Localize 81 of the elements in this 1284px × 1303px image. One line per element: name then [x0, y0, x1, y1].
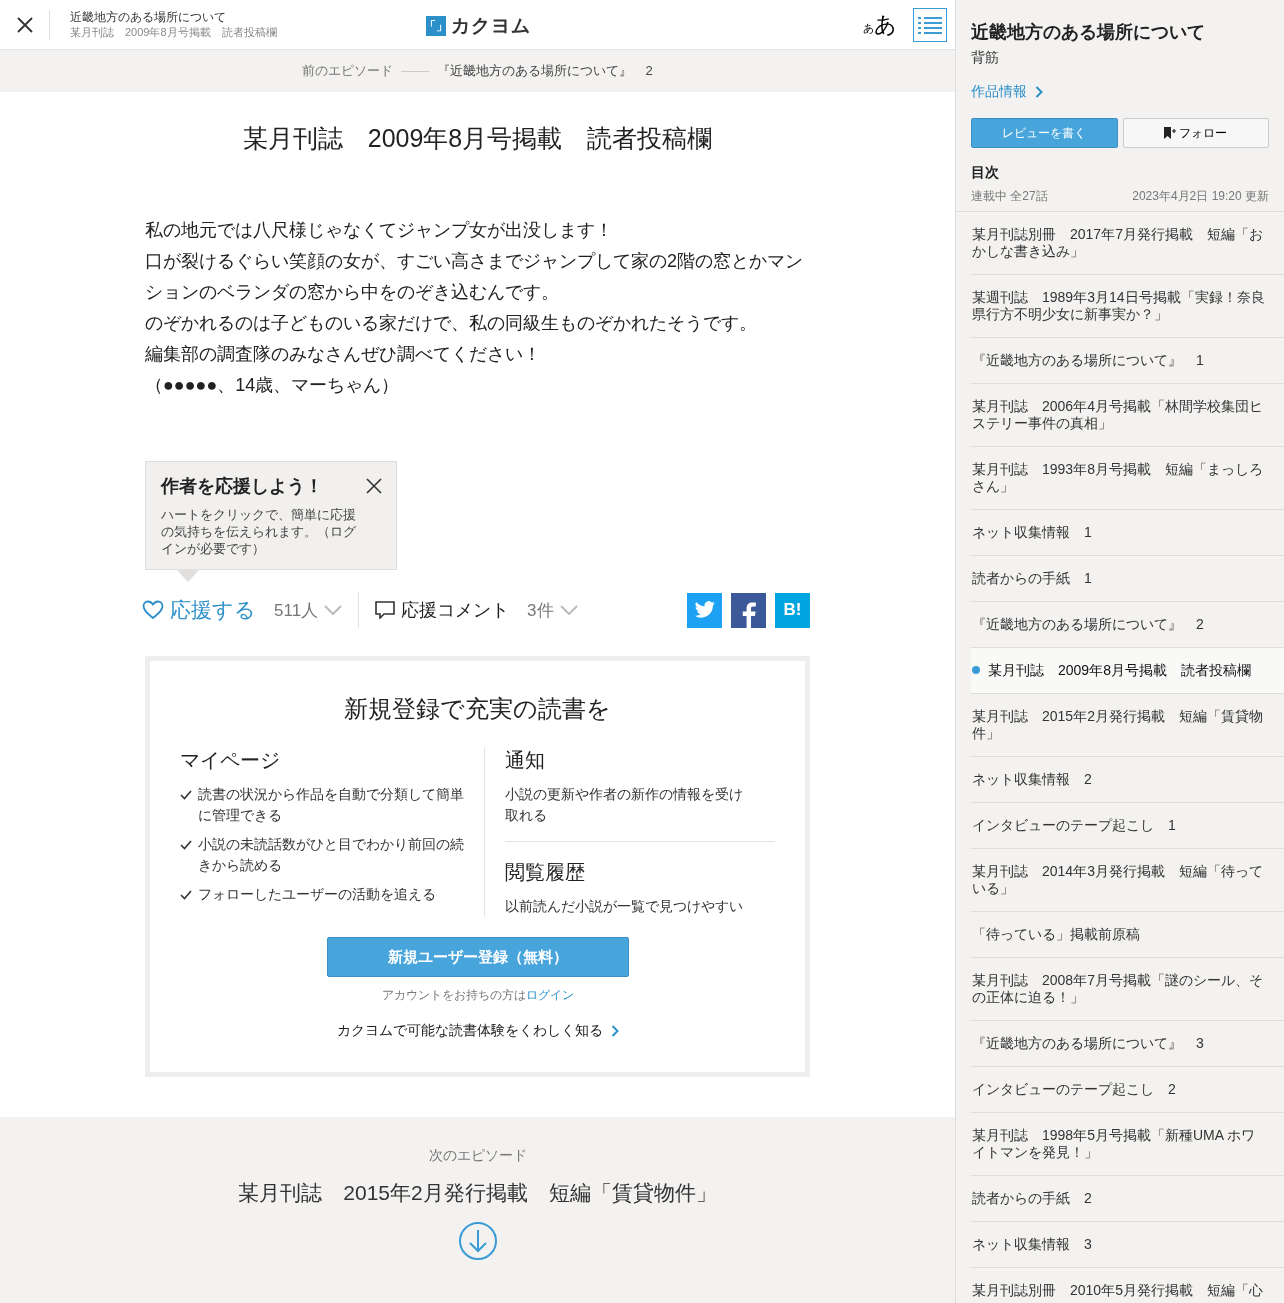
- toc-title: 目次: [971, 164, 1000, 182]
- toc-item[interactable]: 読者からの手紙 2: [971, 1176, 1284, 1222]
- serial-status: 連載中 全27話: [971, 188, 1048, 205]
- close-icon: [15, 15, 34, 34]
- feature-text: 読書の状況から作品を自動で分類して簡単に管理できる: [198, 785, 465, 825]
- learn-more-link[interactable]: カクヨムで可能な読書体験をくわしく知る: [336, 1022, 619, 1040]
- toc-item[interactable]: インタビューのテープ起こし 1: [971, 803, 1284, 849]
- check-icon: [180, 840, 192, 850]
- episode-subtitle: 某月刊誌 2009年8月号掲載 読者投稿欄: [70, 24, 277, 40]
- current-episode-dot: [972, 666, 980, 674]
- toc-item[interactable]: 某月刊誌 2006年4月号掲載「林間学校集団ヒステリー事件の真相」: [971, 384, 1284, 447]
- toc-item[interactable]: ネット収集情報 1: [971, 510, 1284, 556]
- close-button[interactable]: [366, 478, 382, 494]
- toc-item[interactable]: 『近畿地方のある場所について』 1: [971, 338, 1284, 384]
- toc-item[interactable]: 「待っている」掲載前原稿: [971, 912, 1284, 958]
- toc-item[interactable]: 某月刊誌 2014年3月発行掲載 短編「待っている」: [971, 849, 1284, 912]
- logo-text: カクヨム: [451, 14, 531, 38]
- tooltip-text: ハートをクリックで、簡単に応援の気持ちを伝えられます。（ログインが必要です）: [161, 506, 357, 557]
- bookmark-plus-icon: [1164, 127, 1177, 139]
- menu-icon: [918, 14, 942, 35]
- next-episode-label: 次のエピソード: [428, 1147, 527, 1165]
- font-size-button[interactable]: ああ: [855, 9, 905, 40]
- feature-text: フォローしたユーザーの活動を追える: [198, 885, 436, 904]
- feature-text: 小説の未読話数がひと目でわかり前回の続きから読める: [198, 835, 465, 875]
- toc-item[interactable]: 某月刊誌 1998年5月号掲載「新種UMA ホワイトマンを発見！」: [971, 1113, 1284, 1176]
- next-episode-link[interactable]: 某月刊誌 2015年2月発行掲載 短編「賃貸物件」: [238, 1179, 717, 1207]
- check-icon: [180, 790, 192, 800]
- body-paragraph: 私の地元では八尺様じゃなくてジャンプ女が出没します！: [145, 219, 614, 242]
- chevron-down-icon: [559, 605, 578, 615]
- cheer-button[interactable]: 応援する: [142, 596, 256, 624]
- heart-icon: [142, 600, 164, 620]
- body-paragraph: 口が裂けるぐらい笑顔の女が、すごい高さまでジャンプして家の2階の窓とかマンションのベランダの窓から中をのぞき込むんです。: [145, 250, 804, 304]
- facebook-share-button[interactable]: [731, 592, 766, 628]
- toc-item[interactable]: ネット収集情報 2: [971, 757, 1284, 803]
- chevron-right-icon: [1035, 86, 1043, 98]
- logo[interactable]: 「」カクヨム: [426, 13, 531, 39]
- arrow-down-circle-icon[interactable]: [457, 1221, 498, 1261]
- facebook-icon: [741, 601, 756, 628]
- toc-item[interactable]: 某週刊誌 1989年3月14日号掲載「実録！奈良県行方不明少女に新事実か？」: [971, 275, 1284, 338]
- menu-button[interactable]: [913, 7, 947, 42]
- author-name[interactable]: 背筋: [971, 49, 1269, 67]
- close-icon: [366, 478, 382, 494]
- updated-date: 2023年4月2日 19:20 更新: [1132, 188, 1269, 205]
- check-icon: [180, 890, 192, 900]
- body-paragraph: 編集部の調査隊のみなさんぜひ調べてください！: [145, 343, 542, 366]
- previous-episode-link[interactable]: 『近畿地方のある場所について』 2: [437, 62, 653, 80]
- toc-item[interactable]: 某月刊誌 2009年8月号掲載 読者投稿欄: [971, 648, 1284, 694]
- cheer-count-dropdown[interactable]: 511人: [274, 598, 343, 622]
- twitter-share-button[interactable]: [687, 592, 722, 628]
- body-paragraph: （●●●●●、14歳、マーちゃん）: [145, 374, 401, 397]
- chevron-down-icon: [324, 605, 343, 615]
- login-link[interactable]: ログイン: [525, 988, 574, 1002]
- toc-item[interactable]: ネット収集情報 3: [971, 1222, 1284, 1268]
- toc-item[interactable]: 某月刊誌 2015年2月発行掲載 短編「賃貸物件」: [971, 694, 1284, 757]
- comment-count-dropdown[interactable]: 3件: [527, 598, 578, 622]
- chevron-right-icon: [610, 1025, 619, 1037]
- toc-item[interactable]: 某月刊誌別冊 2017年7月発行掲載 短編「おかしな書き込み」: [971, 212, 1284, 275]
- feature-text: 小説の更新や作者の新作の情報を受け取れる: [505, 785, 744, 825]
- toc-item[interactable]: インタビューのテープ起こし 2: [971, 1067, 1284, 1113]
- previous-episode-label: 前のエピソード: [302, 62, 394, 80]
- signup-title: 新規登録で充実の読書を: [343, 694, 612, 724]
- follow-button[interactable]: フォロー: [1122, 118, 1269, 148]
- comment-button[interactable]: 応援コメント: [375, 598, 510, 622]
- toc-item[interactable]: 読者からの手紙 1: [971, 556, 1284, 602]
- speech-bubble-icon: [375, 601, 396, 619]
- episode-title: 某月刊誌 2009年8月号掲載 読者投稿欄: [241, 123, 714, 154]
- feature-title: 閲覧履歴: [505, 860, 586, 885]
- work-title[interactable]: 近畿地方のある場所について: [971, 20, 1269, 44]
- toc-item[interactable]: 某月刊誌 2008年7月号掲載「謎のシール、その正体に迫る！」: [971, 958, 1284, 1021]
- logo-mark: 「」: [426, 16, 446, 36]
- toc-item[interactable]: 某月刊誌 1993年8月号掲載 短編「まっしろさん」: [971, 447, 1284, 510]
- feature-title: 通知: [505, 748, 546, 773]
- feature-text: 以前読んだ小説が一覧で見つけやすい: [505, 897, 744, 916]
- toc-item[interactable]: 某月刊誌別冊 2010年5月発行掲載 短編「心: [971, 1268, 1284, 1303]
- body-paragraph: のぞかれるのは子どものいる家だけで、私の同級生ものぞかれたそうです。: [145, 312, 758, 335]
- toc-item[interactable]: 『近畿地方のある場所について』 3: [971, 1021, 1284, 1067]
- account-text: アカウントをお持ちの方は ログイン: [380, 987, 575, 1004]
- work-title[interactable]: 近畿地方のある場所について: [70, 9, 277, 25]
- bird-icon: [693, 601, 716, 619]
- feature-title: マイページ: [180, 748, 281, 773]
- tooltip-title: 作者を応援しよう！: [161, 475, 323, 498]
